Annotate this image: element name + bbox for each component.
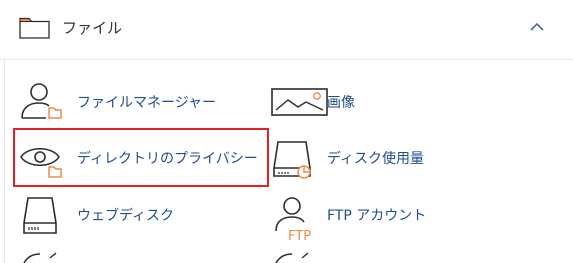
section-title: ファイル bbox=[62, 19, 123, 37]
tool-web-disk[interactable]: ウェブディスク bbox=[18, 193, 258, 239]
disk-chart-icon bbox=[273, 141, 311, 179]
ftp-badge-text: FTP bbox=[288, 229, 311, 243]
tool-label: FTP アカウント bbox=[327, 208, 427, 224]
image-icon bbox=[271, 88, 328, 116]
tool-label: 画像 bbox=[327, 95, 355, 111]
tool-disk-usage[interactable]: ディスク使用量 bbox=[270, 136, 490, 182]
tool-images[interactable]: 画像 bbox=[270, 80, 490, 126]
tool-ftp-accounts[interactable]: FTP FTP アカウント bbox=[270, 193, 490, 243]
partial-tool-icon bbox=[275, 252, 309, 263]
tool-label: ウェブディスク bbox=[77, 208, 175, 224]
user-folder-icon bbox=[21, 83, 62, 119]
partial-tool-icon bbox=[23, 252, 57, 263]
user-ftp-icon: FTP bbox=[275, 197, 311, 243]
selection-highlight bbox=[13, 128, 269, 187]
disk-icon bbox=[23, 197, 57, 234]
tool-label: ディスク使用量 bbox=[327, 151, 425, 167]
panel-border bbox=[4, 60, 5, 263]
tool-file-manager[interactable]: ファイルマネージャー bbox=[18, 80, 258, 126]
chevron-up-icon[interactable] bbox=[530, 22, 544, 31]
section-header-files[interactable]: ファイル bbox=[0, 0, 573, 60]
folder-icon bbox=[19, 17, 50, 39]
tool-label: ファイルマネージャー bbox=[77, 95, 217, 111]
